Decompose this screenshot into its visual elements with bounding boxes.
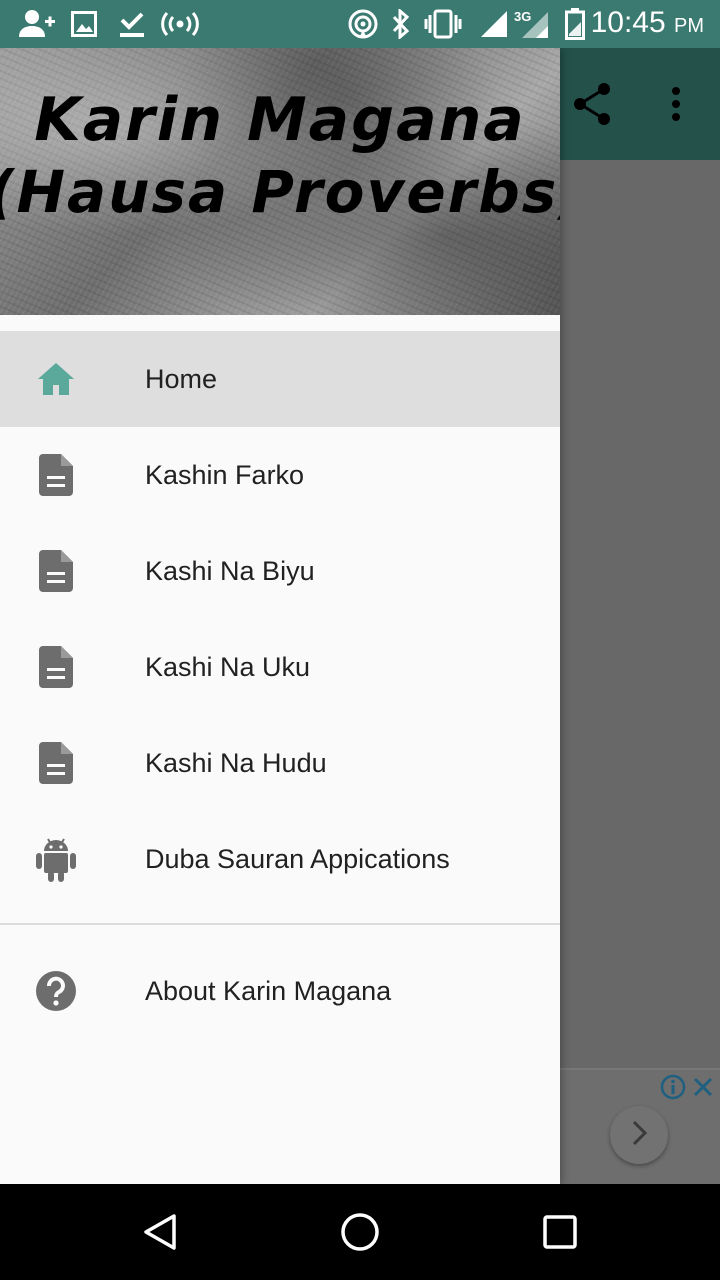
document-icon bbox=[34, 643, 78, 691]
menu-item-label: Kashi Na Uku bbox=[145, 651, 311, 682]
drawer-subtitle: (Hausa Proverbs) bbox=[0, 158, 560, 226]
menu-item-label: Kashin Farko bbox=[145, 459, 305, 490]
location-icon bbox=[346, 8, 380, 40]
menu-item-kashi-na-biyu[interactable]: Kashi Na Biyu bbox=[0, 523, 560, 619]
signal-icon bbox=[478, 8, 510, 40]
menu-item-kashin-farko[interactable]: Kashin Farko bbox=[0, 427, 560, 523]
image-icon bbox=[70, 8, 98, 40]
svg-text:3G: 3G bbox=[514, 9, 531, 24]
drawer-title: Karin Magana bbox=[34, 85, 526, 155]
home-icon bbox=[34, 355, 78, 403]
info-icon[interactable] bbox=[660, 1074, 686, 1105]
ad-banner[interactable] bbox=[560, 1068, 720, 1186]
menu-divider bbox=[0, 923, 560, 925]
menu-item-label: Kashi Na Hudu bbox=[145, 747, 327, 778]
signal-3g-icon: 3G bbox=[514, 8, 550, 40]
document-icon bbox=[34, 547, 78, 595]
status-time: 10:45 PM bbox=[590, 6, 704, 39]
vibrate-icon bbox=[424, 8, 462, 40]
add-person-icon bbox=[18, 8, 56, 40]
recents-icon[interactable] bbox=[540, 1212, 580, 1252]
document-icon bbox=[34, 451, 78, 499]
download-done-icon bbox=[118, 8, 146, 40]
navigation-drawer: Karin Magana (Hausa Proverbs) Home Kashi… bbox=[0, 48, 560, 1184]
home-circle-icon[interactable] bbox=[340, 1212, 380, 1252]
status-bar: 3G 10:45 PM bbox=[0, 0, 720, 48]
menu-item-label: About Karin Magana bbox=[145, 975, 392, 1006]
menu-item-label: Duba Sauran Appications bbox=[145, 843, 450, 874]
help-icon bbox=[34, 967, 78, 1015]
battery-icon bbox=[564, 8, 586, 40]
drawer-menu: Home Kashin Farko Kashi Na Biyu Kashi Na… bbox=[0, 331, 560, 1039]
chevron-right-icon bbox=[629, 1119, 649, 1152]
menu-item-label: Kashi Na Biyu bbox=[145, 555, 315, 586]
close-icon[interactable] bbox=[690, 1074, 716, 1105]
menu-item-duba-sauran[interactable]: Duba Sauran Appications bbox=[0, 811, 560, 907]
back-icon[interactable] bbox=[140, 1212, 180, 1252]
document-icon bbox=[34, 739, 78, 787]
menu-item-kashi-na-uku[interactable]: Kashi Na Uku bbox=[0, 619, 560, 715]
menu-item-kashi-na-hudu[interactable]: Kashi Na Hudu bbox=[0, 715, 560, 811]
more-vert-icon[interactable] bbox=[668, 86, 684, 127]
menu-item-label: Home bbox=[145, 363, 218, 394]
ad-next-button[interactable] bbox=[610, 1106, 668, 1164]
share-icon[interactable] bbox=[572, 82, 612, 131]
bluetooth-icon bbox=[390, 8, 412, 40]
drawer-header: Karin Magana (Hausa Proverbs) bbox=[0, 48, 560, 315]
system-navigation-bar bbox=[0, 1184, 720, 1280]
menu-item-home[interactable]: Home bbox=[0, 331, 560, 427]
hotspot-icon bbox=[160, 8, 200, 40]
android-icon bbox=[34, 835, 78, 883]
menu-item-about[interactable]: About Karin Magana bbox=[0, 943, 560, 1039]
